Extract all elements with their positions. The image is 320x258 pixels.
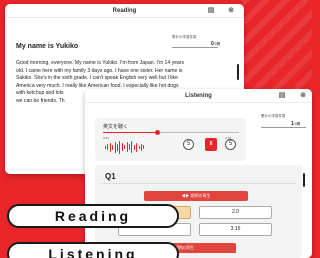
- reading-progress-total: /3問: [213, 42, 221, 46]
- waveform-bar: [114, 141, 116, 153]
- waveform-bar: [131, 141, 133, 153]
- reading-heading: My name is Yukiko: [16, 43, 79, 50]
- waveform-bar: [119, 140, 121, 154]
- waveform-bar: [126, 142, 128, 152]
- forward-5-button[interactable]: 5: [225, 139, 236, 150]
- audio-player: 英文を聴く 0:03 0:10 5 II 5: [95, 118, 246, 161]
- listening-progress-label: 累計の学習件数: [261, 114, 286, 118]
- close-icon[interactable]: ⊗: [299, 92, 307, 100]
- listening-scrollbar[interactable]: [303, 173, 305, 187]
- waveform-bar: [136, 142, 138, 152]
- seek-bar-handle[interactable]: [155, 130, 161, 135]
- list-icon[interactable]: ▤: [207, 7, 215, 15]
- listening-progress-count: 1/3問: [291, 121, 300, 127]
- waveform-bar: [117, 143, 118, 151]
- passage-line: old. I came here with my family 3 days a…: [16, 67, 183, 74]
- waveform-bar: [112, 144, 114, 150]
- reading-progress-track: [172, 47, 218, 48]
- reading-window-title: Reading: [112, 8, 137, 14]
- rewind-5-button[interactable]: 5: [183, 139, 194, 150]
- player-title: 英文を聴く: [103, 124, 129, 130]
- waveform-icon: [105, 140, 147, 154]
- question-divider: [101, 183, 296, 184]
- passage-line: Sakiko. She's in the sixth grade. I can'…: [16, 75, 178, 82]
- answer-option-4[interactable]: 3.15: [199, 223, 272, 236]
- reading-window-titlebar: Reading ▤ ⊗: [5, 4, 244, 18]
- waveform-bar: [105, 145, 106, 149]
- listening-progress-track: [261, 127, 306, 128]
- listening-tag: Listening: [7, 242, 179, 258]
- waveform-bar: [143, 145, 145, 149]
- waveform-bar: [138, 145, 140, 149]
- pause-button[interactable]: II: [205, 138, 217, 151]
- rewind-label: 5: [186, 141, 191, 147]
- waveform-bar: [121, 143, 123, 151]
- seek-bar[interactable]: [103, 130, 239, 135]
- close-icon[interactable]: ⊗: [227, 7, 235, 15]
- listening-progress-total: /3問: [293, 122, 301, 126]
- waveform-bar: [124, 145, 126, 149]
- answer-option-2[interactable]: 2.0: [199, 206, 272, 219]
- waveform-bar: [129, 144, 130, 150]
- waveform-bar: [109, 142, 111, 152]
- listening-window-titlebar: Listening ▤ ⊗: [85, 89, 312, 103]
- waveform-bar: [133, 144, 135, 150]
- play-explanation-button[interactable]: ◀▶ 説明の再生: [144, 191, 248, 201]
- reading-progress-label: 累計の学習件数: [172, 35, 197, 39]
- reading-tag: Reading: [7, 204, 179, 228]
- listening-window-title: Listening: [185, 93, 212, 99]
- list-icon[interactable]: ▤: [278, 92, 286, 100]
- pause-label: II: [209, 141, 213, 147]
- reading-progress-count: 0/3問: [211, 41, 220, 47]
- listening-window: Listening ▤ ⊗ 累計の学習件数 1/3問 英文を聴く 0:03 0:…: [85, 89, 312, 258]
- reading-scrollbar[interactable]: [237, 64, 239, 80]
- seek-bar-fill: [103, 132, 158, 133]
- forward-label: 5: [228, 141, 233, 147]
- passage-line: Good morning, everyone. My name is Yukik…: [16, 60, 185, 66]
- waveform-bar: [141, 143, 142, 151]
- waveform-bar: [107, 144, 109, 150]
- question-label: Q1: [105, 172, 116, 181]
